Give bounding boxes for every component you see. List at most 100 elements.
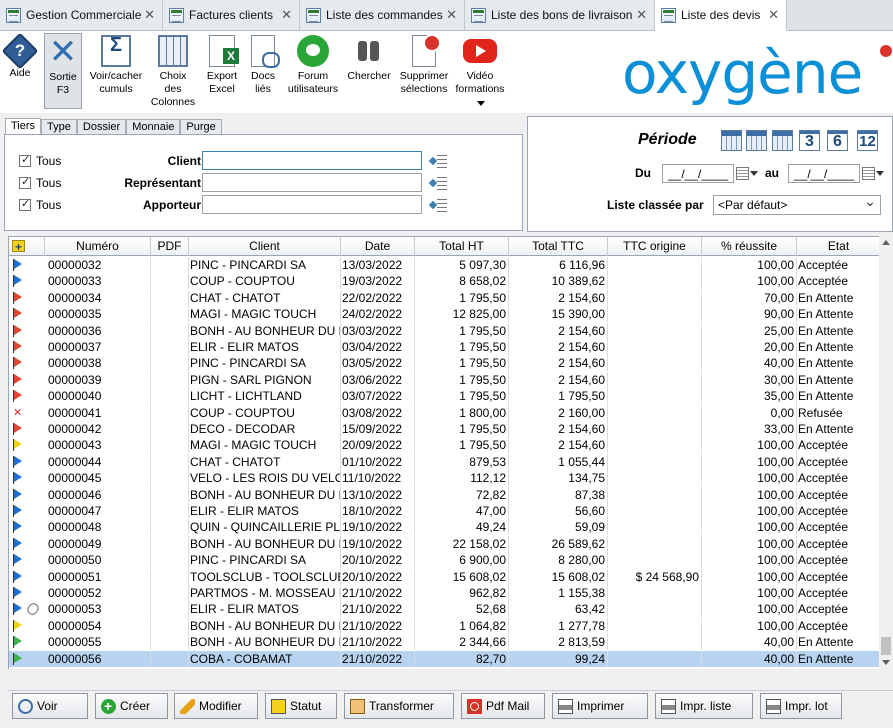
search-button[interactable]: Chercher — [345, 35, 393, 83]
close-icon[interactable]: ✕ — [144, 8, 155, 21]
delete-selection-button[interactable]: Supprimer sélections — [397, 34, 451, 96]
table-row[interactable]: 00000046 BONH - AU BONHEUR DU D 13/10/2022… — [9, 486, 881, 503]
list-picker-icon[interactable] — [430, 155, 448, 168]
table-row[interactable]: 00000050 PINC - PINCARDI SA 20/10/2022 6 90… — [9, 552, 881, 569]
table-row[interactable]: 00000034 CHAT - CHATOT 22/02/2022 1 795,50 2… — [9, 289, 881, 306]
cell-client: LICHT - LICHTLAND — [189, 388, 341, 405]
edit-button[interactable]: Modifier — [174, 693, 258, 719]
pdf-mail-button[interactable]: Pdf Mail — [461, 693, 545, 719]
client-input[interactable] — [202, 151, 422, 170]
table-row[interactable]: 00000043 MAGI - MAGIC TOUCH 20/09/2022 1 79… — [9, 437, 881, 454]
filter-tab-purge[interactable]: Purge — [180, 119, 222, 135]
table-row[interactable]: 00000040 LICHT - LICHTLAND 03/07/2022 1 795… — [9, 388, 881, 405]
list-picker-icon[interactable] — [430, 177, 448, 190]
from-date-picker[interactable] — [736, 165, 760, 182]
tab-liste-des-devis[interactable]: Liste des devis ✕ — [655, 0, 787, 31]
filter-tab-type[interactable]: Type — [41, 119, 77, 135]
table-row[interactable]: 00000032 PINC - PINCARDI SA 13/03/2022 5 09… — [9, 257, 881, 273]
tab-gestion-commerciale[interactable]: Gestion Commerciale ✕ — [0, 0, 163, 30]
tab-liste-des-commandes[interactable]: Liste des commandes ✕ — [300, 0, 465, 30]
quotes-grid: Numéro PDF Client Date Total HT Total TT… — [8, 236, 893, 669]
exit-button[interactable]: ✕ Sortie F3 — [44, 33, 82, 109]
table-row[interactable]: 00000045 VELO - LES ROIS DU VELO 11/10/202… — [9, 470, 881, 487]
representant-input[interactable] — [202, 173, 422, 192]
column-header-pdf[interactable]: PDF — [151, 237, 189, 256]
table-row[interactable]: 00000047 ELIR - ELIR MATOS 18/10/2022 47,00… — [9, 503, 881, 519]
close-icon[interactable]: ✕ — [636, 8, 647, 21]
add-column-header[interactable] — [9, 237, 45, 257]
table-row[interactable]: 00000042 DECO - DECODAR 15/09/2022 1 795,50… — [9, 421, 881, 437]
close-icon[interactable]: ✕ — [281, 8, 292, 21]
table-row[interactable]: 00000056 COBA - COBAMAT 21/10/2022 82,70 99,… — [9, 650, 881, 667]
scroll-up-icon[interactable] — [882, 240, 890, 245]
all-representants-checkbox[interactable] — [19, 175, 31, 189]
all-apporteurs-checkbox[interactable] — [19, 197, 31, 211]
table-row[interactable]: 00000035 MAGI - MAGIC TOUCH 24/02/2022 12 8… — [9, 306, 881, 323]
column-header-total-ttc[interactable]: Total TTC — [509, 237, 608, 256]
apporteur-input[interactable] — [202, 195, 422, 214]
help-button[interactable]: ? Aide — [1, 32, 39, 80]
status-button[interactable]: Statut — [265, 693, 337, 719]
export-excel-button[interactable]: Export Excel — [202, 35, 242, 96]
column-header-reussite[interactable]: % réussite — [702, 237, 797, 256]
tab-factures-clients[interactable]: Factures clients ✕ — [163, 0, 300, 30]
table-row[interactable]: 00000051 TOOLSCLUB - TOOLSCLUB 20/10/2022 1… — [9, 568, 881, 585]
print-button[interactable]: Imprimer — [552, 693, 648, 719]
scroll-thumb[interactable] — [881, 637, 891, 655]
table-row[interactable]: 00000053 ELIR - ELIR MATOS 21/10/2022 52,68… — [9, 601, 881, 618]
calendar-day-icon[interactable] — [721, 130, 742, 151]
column-header-total-ht[interactable]: Total HT — [415, 237, 509, 256]
table-row[interactable]: 00000036 BONH - AU BONHEUR DU D 03/03/2022… — [9, 322, 881, 339]
view-button[interactable]: Voir — [12, 693, 88, 719]
table-row[interactable]: 00000044 CHAT - CHATOT 01/10/2022 879,53 1 0… — [9, 453, 881, 470]
status-flag-icon — [13, 439, 23, 452]
column-header-date[interactable]: Date — [341, 237, 415, 256]
filter-tab-tiers[interactable]: Tiers — [5, 118, 42, 135]
table-row[interactable]: 00000037 ELIR - ELIR MATOS 03/04/2022 1 795… — [9, 339, 881, 355]
column-header-etat[interactable]: Etat — [797, 237, 881, 256]
close-icon[interactable]: ✕ — [768, 8, 779, 21]
column-header-client[interactable]: Client — [189, 237, 341, 256]
transform-button[interactable]: Transformer — [344, 693, 454, 719]
calendar-12-months-button[interactable]: 12 — [857, 130, 878, 151]
vertical-scrollbar[interactable] — [879, 236, 893, 669]
tab-liste-des-bons-de-livraison[interactable]: Liste des bons de livraison ✕ — [465, 0, 655, 30]
table-row[interactable]: 00000049 BONH - AU BONHEUR DU D 19/10/2022… — [9, 535, 881, 552]
column-header-numero[interactable]: Numéro — [45, 237, 151, 256]
scroll-down-icon[interactable] — [882, 660, 890, 665]
column-header-ttc-origine[interactable]: TTC origine — [608, 237, 702, 256]
calendar-week-icon[interactable] — [746, 130, 767, 151]
user-forum-button[interactable]: Forum utilisateurs — [286, 35, 340, 96]
video-training-button[interactable]: Vidéo formations — [454, 35, 506, 96]
toggle-cumuls-button[interactable]: Voir/cacher cumuls — [87, 35, 145, 96]
calendar-3-months-button[interactable]: 3 — [799, 130, 820, 151]
create-button[interactable]: Créer — [95, 693, 168, 719]
to-date-input[interactable] — [788, 164, 860, 183]
to-date-picker[interactable] — [862, 165, 886, 182]
cell-num: 00000052 — [45, 585, 151, 601]
all-clients-checkbox[interactable] — [19, 153, 31, 167]
choose-columns-button[interactable]: Choix des Colonnes — [148, 35, 198, 109]
linked-docs-button[interactable]: Docs liés — [245, 35, 281, 96]
close-icon[interactable]: ✕ — [446, 8, 457, 21]
dropdown-arrow-icon[interactable] — [477, 101, 485, 106]
calendar-month-icon[interactable] — [772, 130, 793, 151]
from-date-input[interactable] — [662, 164, 734, 183]
table-row[interactable]: 00000048 QUIN - QUINCAILLERIE PL 19/10/202… — [9, 519, 881, 536]
filter-tab-dossier[interactable]: Dossier — [76, 119, 127, 135]
table-row[interactable]: 00000054 BONH - AU BONHEUR DU D 21/10/2022… — [9, 617, 881, 634]
table-row[interactable]: 00000038 PINC - PINCARDI SA 03/05/2022 1 79… — [9, 355, 881, 372]
list-picker-icon[interactable] — [430, 199, 448, 212]
sort-select[interactable]: <Par défaut> — [713, 192, 881, 215]
calendar-6-months-button[interactable]: 6 — [827, 130, 848, 151]
filter-tab-monnaie[interactable]: Monnaie — [126, 119, 181, 135]
cell-orig — [608, 601, 702, 618]
table-row[interactable]: 00000041 COUP - COUPTOU03/08/20221 800,00… — [9, 404, 881, 421]
cell-date: 21/10/2022 — [341, 601, 415, 618]
table-row[interactable]: 00000052 PARTMOS - M. MOSSEAU E 21/10/2022… — [9, 585, 881, 601]
print-batch-button[interactable]: Impr. lot — [760, 693, 842, 719]
print-list-button[interactable]: Impr. liste — [655, 693, 753, 719]
table-row[interactable]: 00000033 COUP - COUPTOU 19/03/2022 8 658,02… — [9, 273, 881, 290]
table-row[interactable]: 00000055 BONH - AU BONHEUR DU D 21/10/2022… — [9, 634, 881, 651]
table-row[interactable]: 00000039 PIGN - SARL PIGNON 03/06/2022 1 79… — [9, 371, 881, 388]
